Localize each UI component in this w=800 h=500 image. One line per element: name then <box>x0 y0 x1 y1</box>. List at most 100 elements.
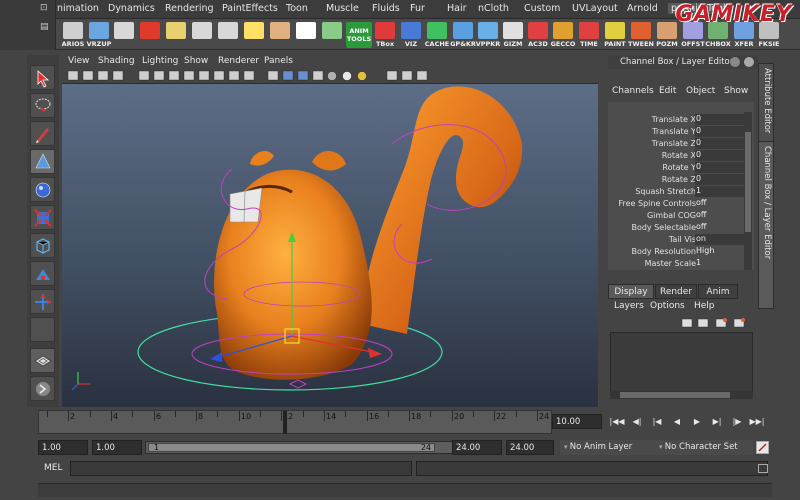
layer-editor-toggle-icon[interactable] <box>744 57 754 67</box>
viewport-menu-shading[interactable]: Shading <box>98 56 135 66</box>
last-tool-icon[interactable] <box>30 317 55 342</box>
shelf-button-tool-9[interactable] <box>292 21 320 49</box>
step-forward-frame-icon[interactable]: ▶| <box>708 414 726 429</box>
range-slider-handle[interactable]: 1 24 <box>148 443 435 452</box>
shelf-tab-arnold[interactable]: Arnold <box>627 3 658 14</box>
select-tool-icon[interactable] <box>30 65 55 90</box>
attribute-value[interactable]: 0 <box>695 126 748 137</box>
character-set-dropdown[interactable]: ▾ No Character Set <box>655 440 753 455</box>
auto-key-icon[interactable] <box>756 441 769 454</box>
layer-list-hscrollbar[interactable] <box>610 391 753 399</box>
time-slider[interactable]: 2 4 6 8 10 12 14 16 18 20 22 24 <box>38 410 552 434</box>
tab-anim[interactable]: Anim <box>698 284 738 299</box>
mel-command-input[interactable] <box>70 461 412 476</box>
script-editor-icon[interactable] <box>758 464 768 473</box>
shelf-button-vrzup[interactable]: VRZUP <box>85 21 113 49</box>
shelf-button-tool-7[interactable] <box>240 21 268 49</box>
attribute-row[interactable]: Body Resolution High <box>608 246 746 258</box>
shelf-tab-dynamics[interactable]: Dynamics <box>108 3 155 14</box>
attribute-value[interactable]: 1 <box>695 186 748 197</box>
attribute-row[interactable]: Rotate Y0 <box>608 162 748 174</box>
attribute-row[interactable]: Master Scale 1 <box>608 258 746 270</box>
channel-box-scrollbar[interactable] <box>744 112 752 270</box>
lasso-tool-icon[interactable] <box>30 93 55 118</box>
end-max-field[interactable]: 24.00 <box>506 440 554 455</box>
viewport-menu-lighting[interactable]: Lighting <box>142 56 178 66</box>
channel-menu-edit[interactable]: Edit <box>659 86 676 96</box>
attribute-row[interactable]: Free Spine Controls off <box>608 198 746 210</box>
go-to-end-icon[interactable]: ▶▶| <box>748 414 766 429</box>
current-time-marker[interactable] <box>283 411 287 434</box>
step-back-key-icon[interactable]: ◀| <box>628 414 646 429</box>
rotate-tool-icon[interactable] <box>30 177 55 202</box>
menu-options[interactable]: Options <box>650 301 685 311</box>
attribute-row[interactable]: Translate X0 <box>608 114 748 126</box>
channel-box-toggle-icon[interactable] <box>730 57 740 67</box>
shelf-button-tool-6[interactable] <box>214 21 242 49</box>
tab-attribute-editor[interactable]: Attribute Editor <box>758 63 774 143</box>
viewport-menu-panels[interactable]: Panels <box>264 56 293 66</box>
attribute-value[interactable]: on <box>695 234 748 245</box>
paint-select-tool-icon[interactable] <box>30 121 55 146</box>
attribute-row[interactable]: Squash Stretch 1 <box>608 186 748 198</box>
attribute-row[interactable]: Rotate X0 <box>608 150 748 162</box>
attribute-value[interactable]: 0 <box>695 150 748 161</box>
menu-help[interactable]: Help <box>694 301 715 311</box>
shelf-tab-custom[interactable]: Custom <box>524 3 560 14</box>
universal-manipulator-icon[interactable] <box>30 261 55 286</box>
layout-single-icon[interactable] <box>30 348 55 373</box>
attribute-row[interactable]: Rotate Z0 <box>608 174 748 186</box>
shelf-tab-rendering[interactable]: Rendering <box>165 3 214 14</box>
shelf-button-tool-3[interactable] <box>136 21 164 49</box>
attribute-row[interactable]: Body Selectable off <box>608 222 746 234</box>
menu-layers[interactable]: Layers <box>614 301 644 311</box>
tab-channel-box[interactable]: Channel Box / Layer Editor <box>758 141 774 309</box>
anim-layer-dropdown[interactable]: ▾ No Anim Layer <box>560 440 655 455</box>
play-forward-icon[interactable]: ▶ <box>688 414 706 429</box>
attribute-value[interactable]: off <box>695 198 748 209</box>
cube-tool-icon[interactable] <box>30 233 55 258</box>
shelf-menu-icon[interactable]: ▤ <box>40 22 50 32</box>
shelf-tab-painteffects[interactable]: PaintEffects <box>222 3 278 14</box>
shelf-button-tool-5[interactable] <box>188 21 216 49</box>
play-backward-icon[interactable]: ◀ <box>668 414 686 429</box>
shelf-tab-uvlayout[interactable]: UVLayout <box>572 3 618 14</box>
viewport-toolbar-icons[interactable] <box>62 68 598 84</box>
go-to-start-icon[interactable]: |◀◀ <box>608 414 626 429</box>
shelf-tab-hair[interactable]: Hair <box>447 3 467 14</box>
attribute-value[interactable]: 0 <box>695 114 748 125</box>
shelf-button-tool-2[interactable] <box>110 21 138 49</box>
soft-mod-tool-icon[interactable] <box>30 289 55 314</box>
channel-menu-object[interactable]: Object <box>686 86 715 96</box>
attribute-value[interactable]: 1 <box>695 258 748 269</box>
shelf-button-tool-8[interactable] <box>266 21 294 49</box>
layer-list[interactable] <box>610 332 753 398</box>
viewport-menu-show[interactable]: Show <box>184 56 208 66</box>
channel-menu-channels[interactable]: Channels <box>612 86 654 96</box>
shelf-options-icon[interactable]: ⊡ <box>40 3 50 13</box>
tab-display[interactable]: Display <box>608 284 654 299</box>
scale-tool-icon[interactable] <box>30 205 55 230</box>
viewport-menu-view[interactable]: View <box>68 56 89 66</box>
attribute-value[interactable]: off <box>695 222 748 233</box>
attribute-row[interactable]: Tail Vis on <box>608 234 748 246</box>
step-forward-key-icon[interactable]: |▶ <box>728 414 746 429</box>
start-field[interactable]: 1.00 <box>92 440 142 455</box>
move-tool-icon[interactable] <box>30 149 55 174</box>
end-field[interactable]: 24.00 <box>452 440 502 455</box>
start-min-field[interactable]: 1.00 <box>38 440 88 455</box>
channel-menu-show[interactable]: Show <box>724 86 748 96</box>
shelf-tab-fluids[interactable]: Fluids <box>372 3 400 14</box>
tab-render[interactable]: Render <box>655 284 697 299</box>
attribute-row[interactable]: Translate Y0 <box>608 126 748 138</box>
attribute-row[interactable]: Gimbal COG off <box>608 210 746 222</box>
outliner-icon[interactable] <box>30 376 55 401</box>
attribute-value[interactable]: 0 <box>695 162 748 173</box>
shelf-tab-muscle[interactable]: Muscle <box>326 3 359 14</box>
attribute-row[interactable]: Translate Z0 <box>608 138 748 150</box>
shelf-tab-ncloth[interactable]: nCloth <box>478 3 509 14</box>
attribute-value[interactable]: High <box>695 246 748 257</box>
current-frame-field[interactable]: 10.00 <box>552 414 602 429</box>
shelf-tab-toon[interactable]: Toon <box>286 3 308 14</box>
shelf-button-tool-4[interactable] <box>162 21 190 49</box>
